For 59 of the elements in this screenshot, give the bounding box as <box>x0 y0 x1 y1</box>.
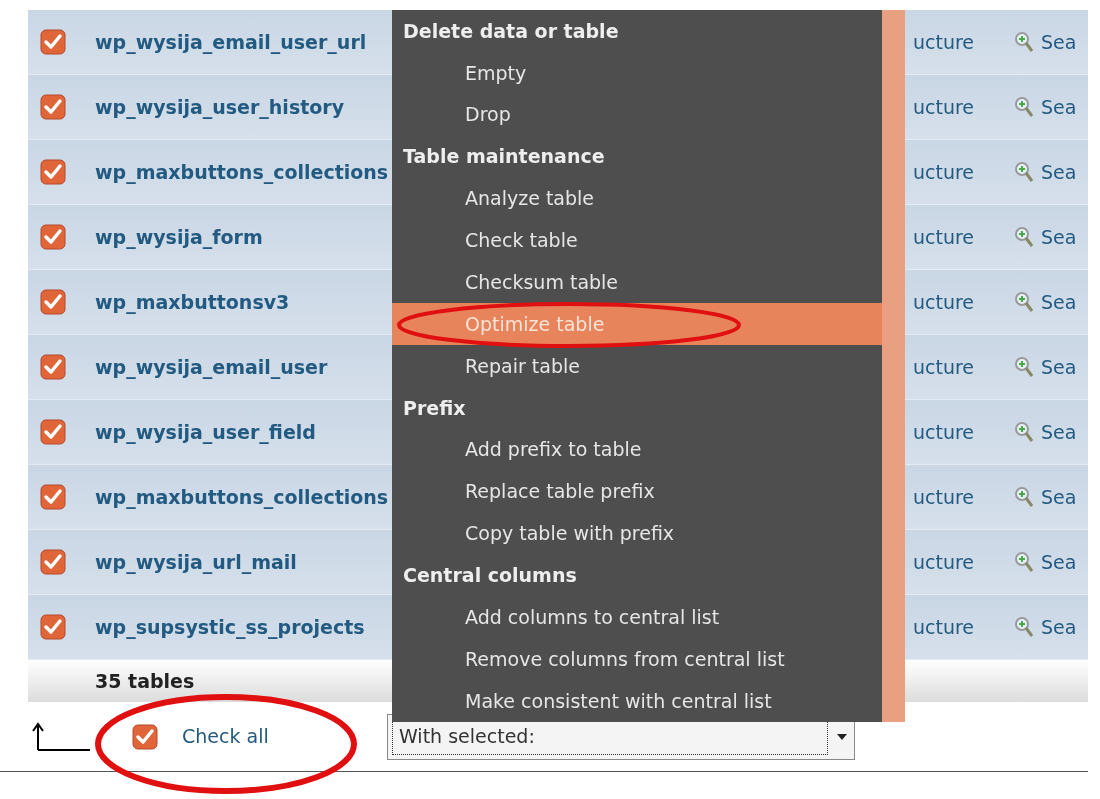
menu-item[interactable]: Check table <box>392 219 882 262</box>
checkbox[interactable] <box>40 289 66 315</box>
menu-item[interactable]: Add prefix to table <box>392 428 882 471</box>
search-icon <box>1013 550 1035 574</box>
search-icon <box>1013 95 1035 119</box>
search-icon <box>1013 420 1035 444</box>
search-link[interactable]: Sea <box>1041 157 1077 187</box>
checkbox[interactable] <box>40 159 66 185</box>
checkbox[interactable] <box>40 94 66 120</box>
checkbox[interactable] <box>40 614 66 640</box>
menu-group-header: Table maintenance <box>403 144 605 170</box>
table-count: 35 tables <box>95 668 195 694</box>
structure-link[interactable]: ucture <box>913 27 1013 57</box>
search-icon <box>1013 225 1035 249</box>
menu-item[interactable]: Checksum table <box>392 261 882 304</box>
menu-item[interactable]: Copy table with prefix <box>392 512 882 555</box>
search-link[interactable]: Sea <box>1041 547 1077 577</box>
check-all-link[interactable]: Check all <box>182 722 387 751</box>
checkbox[interactable] <box>132 723 158 750</box>
structure-link[interactable]: ucture <box>913 222 1013 252</box>
search-link[interactable]: Sea <box>1041 27 1077 57</box>
structure-link[interactable]: ucture <box>913 157 1013 187</box>
checkbox[interactable] <box>40 549 66 575</box>
search-link[interactable]: Sea <box>1041 287 1077 317</box>
checkbox[interactable] <box>40 224 66 250</box>
search-link[interactable]: Sea <box>1041 352 1077 382</box>
search-link[interactable]: Sea <box>1041 612 1077 642</box>
menu-group-header: Central columns <box>403 563 577 589</box>
structure-link[interactable]: ucture <box>913 417 1013 447</box>
search-icon <box>1013 290 1035 314</box>
search-link[interactable]: Sea <box>1041 482 1077 512</box>
search-link[interactable]: Sea <box>1041 92 1077 122</box>
menu-item[interactable]: Add columns to central list <box>392 596 882 639</box>
structure-link[interactable]: ucture <box>913 92 1013 122</box>
structure-link[interactable]: ucture <box>913 352 1013 382</box>
menu-group-header: Delete data or table <box>403 18 619 44</box>
structure-link[interactable]: ucture <box>913 287 1013 317</box>
search-icon <box>1013 30 1035 54</box>
search-icon <box>1013 485 1035 509</box>
checkbox[interactable] <box>40 419 66 445</box>
menu-item[interactable]: Repair table <box>392 345 882 387</box>
checkbox[interactable] <box>40 484 66 510</box>
search-icon <box>1013 615 1035 639</box>
structure-link[interactable]: ucture <box>913 612 1013 642</box>
corner-arrow-icon <box>30 721 90 752</box>
search-link[interactable]: Sea <box>1041 417 1077 447</box>
search-icon <box>1013 160 1035 184</box>
checkbox[interactable] <box>40 354 66 380</box>
menu-item[interactable]: Remove columns from central list <box>392 638 882 680</box>
search-icon <box>1013 355 1035 379</box>
menu-item[interactable]: Analyze table <box>392 177 882 220</box>
menu-group-header: Prefix <box>403 395 466 421</box>
checkbox[interactable] <box>40 29 66 55</box>
structure-link[interactable]: ucture <box>913 547 1013 577</box>
search-link[interactable]: Sea <box>1041 222 1077 252</box>
structure-link[interactable]: ucture <box>913 482 1013 512</box>
menu-item[interactable]: Empty <box>392 51 882 94</box>
menu-item[interactable]: Replace table prefix <box>392 470 882 513</box>
menu-item[interactable]: Drop <box>392 93 882 136</box>
